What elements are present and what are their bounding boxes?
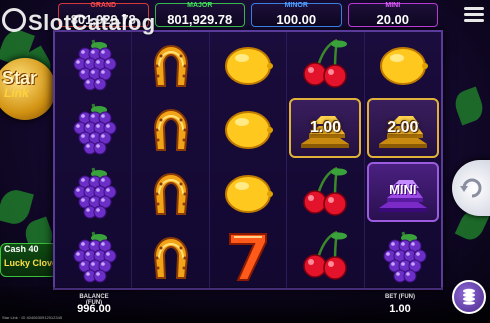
- menu-icon-bar: [464, 7, 484, 10]
- bet-label: BET (FUN): [385, 294, 415, 300]
- jackpot-label: MINOR: [284, 2, 308, 9]
- grapes-icon: [383, 231, 427, 283]
- cherry-symbol: [287, 160, 363, 224]
- lemon-symbol: [365, 32, 441, 96]
- watermark-icon: [2, 8, 26, 32]
- grapes-icon: [73, 167, 117, 219]
- lemon-symbol: [210, 160, 286, 224]
- bonus-value: 2.00: [387, 119, 419, 136]
- stake-coins-button[interactable]: [452, 280, 486, 314]
- seven-icon: [229, 233, 268, 281]
- horseshoe-icon: [153, 173, 188, 215]
- clover-leaf: [0, 186, 34, 228]
- cherry-icon: [303, 38, 348, 88]
- grapes-symbol: [55, 32, 131, 96]
- horseshoe-icon: [153, 237, 188, 279]
- horseshoe-symbol: [132, 32, 208, 96]
- mini-label: MINI: [389, 182, 417, 197]
- grapes-symbol: [365, 224, 441, 288]
- grapes-symbol: [55, 96, 131, 160]
- horseshoe-symbol: [132, 224, 208, 288]
- watermark: SlotCatalog: [2, 8, 156, 36]
- horseshoe-symbol: [132, 96, 208, 160]
- cash-badge-line1: Cash 40: [4, 244, 39, 254]
- jackpot-label: MAJOR: [187, 2, 213, 9]
- cherry-symbol: [287, 32, 363, 96]
- footer-id-text: Star Link · ID 4040630912012345: [2, 315, 63, 320]
- jackpot-value: 801,929.78: [167, 12, 233, 27]
- gold-bonus-frame: 1.00: [289, 98, 362, 158]
- jackpot-mini: MINI 20.00: [347, 2, 438, 27]
- reel-5: 2.00 MINI: [365, 32, 441, 288]
- grapes-icon: [73, 39, 117, 91]
- reel-4: 1.00: [287, 32, 365, 288]
- gold-bars-symbol: 2.00: [365, 96, 441, 160]
- bet-value[interactable]: 1.00: [380, 303, 420, 315]
- jackpot-major: MAJOR 801,929.78: [154, 2, 245, 27]
- lemon-icon: [225, 111, 274, 149]
- cherry-icon: [303, 230, 348, 280]
- mini-bonus-frame: MINI: [366, 162, 439, 222]
- lemon-icon: [225, 175, 274, 213]
- cherry-symbol: [287, 224, 363, 288]
- grapes-symbol: [55, 224, 131, 288]
- spin-arrow-icon: [460, 178, 482, 198]
- reel-grid: 1.00 2.00 MINI: [53, 30, 443, 290]
- lemon-symbol: [210, 96, 286, 160]
- cherry-icon: [303, 166, 348, 216]
- jackpot-value: 20.00: [376, 12, 410, 27]
- jackpot-label: MINI: [385, 2, 401, 9]
- jackpot-minor: MINOR 100.00: [251, 2, 342, 27]
- horseshoe-icon: [153, 109, 188, 151]
- clover-leaf: [451, 86, 487, 126]
- menu-button[interactable]: [462, 4, 486, 26]
- menu-icon-bar: [464, 13, 484, 16]
- lemon-icon: [225, 47, 274, 85]
- gold-bars-symbol: 1.00: [287, 96, 363, 160]
- grapes-icon: [73, 103, 117, 155]
- seven-symbol: [210, 224, 286, 288]
- bonus-value: 1.00: [309, 119, 341, 136]
- watermark-text: SlotCatalog: [28, 10, 156, 35]
- mini-jackpot-symbol: MINI: [365, 160, 441, 224]
- lemon-symbol: [210, 32, 286, 96]
- grapes-symbol: [55, 160, 131, 224]
- lemon-icon: [379, 47, 428, 85]
- game-logo-subtext: Link: [4, 86, 29, 100]
- horseshoe-icon: [153, 45, 188, 87]
- reel-2: [132, 32, 210, 288]
- grapes-icon: [73, 231, 117, 283]
- balance-value: 996.00: [77, 303, 111, 315]
- reel-3: [210, 32, 288, 288]
- menu-icon-bar: [464, 19, 484, 22]
- gold-bonus-frame: 2.00: [366, 98, 439, 158]
- reel-1: [55, 32, 133, 288]
- coins-stack-icon: [463, 288, 475, 305]
- jackpot-value: 100.00: [276, 12, 317, 27]
- horseshoe-symbol: [132, 160, 208, 224]
